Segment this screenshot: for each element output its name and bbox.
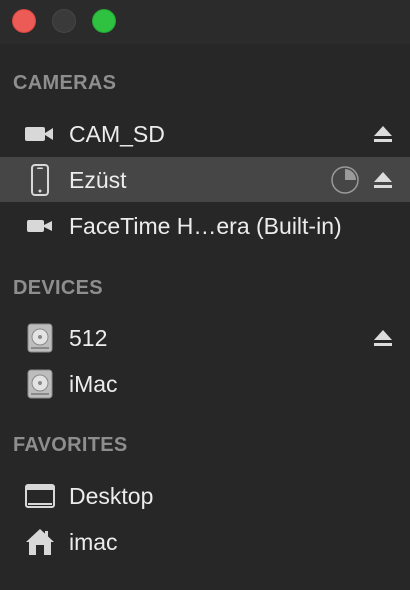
sidebar-item-512[interactable]: 512 bbox=[0, 315, 410, 360]
sidebar-item-cam-sd[interactable]: CAM_SD bbox=[0, 111, 410, 156]
sidebar-item-label: Desktop bbox=[69, 483, 154, 509]
eject-icon[interactable] bbox=[372, 328, 394, 348]
iphone-icon bbox=[22, 164, 58, 196]
video-camera-icon bbox=[22, 119, 58, 149]
close-window-button[interactable] bbox=[12, 9, 36, 33]
section-header-devices: DEVICES bbox=[13, 277, 103, 299]
sidebar-item-label: imac bbox=[69, 529, 118, 555]
section-header-favorites: FAVORITES bbox=[13, 434, 128, 456]
minimize-window-button[interactable] bbox=[52, 9, 76, 33]
zoom-window-button[interactable] bbox=[92, 9, 116, 33]
sidebar-item-label: 512 bbox=[69, 325, 108, 351]
sidebar-item-label: iMac bbox=[69, 371, 118, 397]
desktop-folder-icon bbox=[22, 481, 58, 511]
sidebar-item-label: Ezüst bbox=[69, 167, 127, 193]
sidebar-item-imac-device[interactable]: iMac bbox=[0, 361, 410, 406]
sidebar-item-ezust[interactable]: Ezüst bbox=[0, 157, 410, 202]
sidebar-item-desktop[interactable]: Desktop bbox=[0, 473, 410, 518]
eject-icon[interactable] bbox=[372, 170, 394, 190]
title-bar bbox=[0, 0, 410, 44]
eject-icon[interactable] bbox=[372, 124, 394, 144]
hard-drive-icon bbox=[22, 369, 58, 399]
import-sidebar-window: CAMERAS CAM_SD Ezüst FaceTime H…era (Bui… bbox=[0, 0, 410, 590]
sidebar-item-label: FaceTime H…era (Built-in) bbox=[69, 213, 342, 239]
sidebar-item-imac-home[interactable]: imac bbox=[0, 519, 410, 564]
video-camera-icon bbox=[22, 211, 58, 241]
sidebar-item-label: CAM_SD bbox=[69, 121, 165, 147]
home-icon bbox=[22, 527, 58, 557]
progress-pie-icon bbox=[330, 165, 360, 195]
sidebar-item-facetime-camera[interactable]: FaceTime H…era (Built-in) bbox=[0, 203, 410, 248]
hard-drive-icon bbox=[22, 323, 58, 353]
section-header-cameras: CAMERAS bbox=[13, 72, 117, 94]
